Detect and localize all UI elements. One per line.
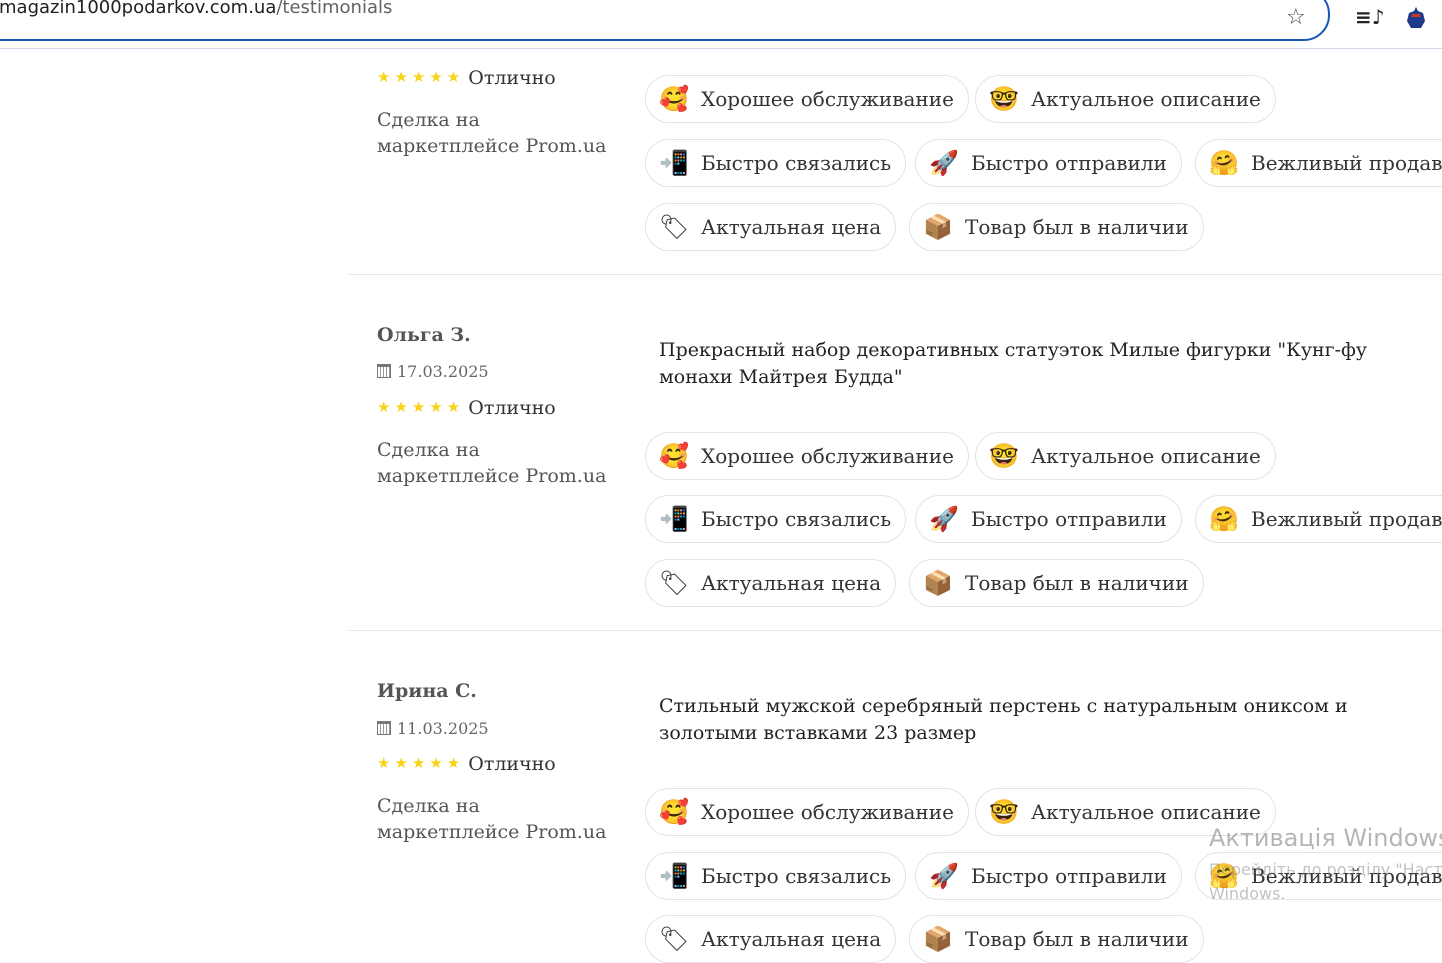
chip-actual-price: 🏷 Актуальная цена <box>645 559 897 607</box>
chip-actual-description: 🤓 Актуальное описание <box>975 75 1276 123</box>
phone-icon: 📲 <box>659 149 689 177</box>
product-name[interactable]: Прекрасный набор декоративных статуэток … <box>659 337 1439 391</box>
chip-quick-contact: 📲 Быстро связались <box>645 852 907 900</box>
chip-in-stock: 📦 Товар был в наличии <box>909 559 1204 607</box>
smiling-hearts-icon: 🥰 <box>659 85 689 113</box>
chip-quick-contact: 📲 Быстро связались <box>645 139 907 187</box>
windows-activation-title: Активація Windows <box>1209 824 1442 852</box>
chip-quick-contact: 📲 Быстро связались <box>645 495 907 543</box>
phone-icon: 📲 <box>659 862 689 890</box>
price-tag-icon: 🏷 <box>659 569 690 597</box>
chip-actual-price: 🏷 Актуальная цена <box>645 915 897 963</box>
phone-icon: 📲 <box>659 505 689 533</box>
chip-good-service: 🥰 Хорошее обслуживание <box>645 788 969 836</box>
package-icon: 📦 <box>923 925 953 953</box>
bookmark-star-icon[interactable]: ☆ <box>1286 5 1306 30</box>
nerd-face-icon: 🤓 <box>989 798 1019 826</box>
chip-quick-shipping: 🚀 Быстро отправили <box>915 139 1182 187</box>
rating-stars: ★★★★★ <box>377 398 465 416</box>
nerd-face-icon: 🤓 <box>989 85 1019 113</box>
deal-source: Сделка на маркетплейсе Prom.ua <box>377 109 607 157</box>
review-divider <box>348 630 1442 631</box>
review-author: Ольга З. <box>377 324 471 346</box>
product-name[interactable]: Стильный мужской серебряный перстень с н… <box>659 693 1439 747</box>
price-tag-icon: 🏷 <box>659 213 690 241</box>
chip-good-service: 🥰 Хорошее обслуживание <box>645 432 969 480</box>
rating: ★★★★★ Отлично <box>377 753 556 775</box>
hugging-face-icon: 🤗 <box>1209 149 1239 177</box>
rocket-icon: 🚀 <box>929 862 959 890</box>
chip-in-stock: 📦 Товар был в наличии <box>909 915 1204 963</box>
calendar-icon <box>377 364 391 378</box>
rating-stars: ★★★★★ <box>377 68 465 86</box>
address-bar[interactable]: magazin1000podarkov.com.ua/testimonials <box>0 0 1330 41</box>
chip-quick-shipping: 🚀 Быстро отправили <box>915 495 1182 543</box>
rating-stars: ★★★★★ <box>377 754 465 772</box>
extension-icon[interactable] <box>1405 5 1427 31</box>
review-date: 11.03.2025 <box>377 719 489 738</box>
deal-source: Сделка на маркетплейсе Prom.ua <box>377 795 607 843</box>
rocket-icon: 🚀 <box>929 505 959 533</box>
review-author: Ирина С. <box>377 680 477 702</box>
rating: ★★★★★ Отлично <box>377 67 556 89</box>
chip-good-service: 🥰 Хорошее обслуживание <box>645 75 969 123</box>
chip-polite-seller: 🤗Вежливый продавец <box>1195 139 1442 187</box>
hugging-face-icon: 🤗 <box>1209 505 1239 533</box>
rating: ★★★★★ Отлично <box>377 397 556 419</box>
deal-source: Сделка на маркетплейсе Prom.ua <box>377 439 607 487</box>
chip-in-stock: 📦 Товар был в наличии <box>909 203 1204 251</box>
smiling-hearts-icon: 🥰 <box>659 798 689 826</box>
chip-quick-shipping: 🚀 Быстро отправили <box>915 852 1182 900</box>
rocket-icon: 🚀 <box>929 149 959 177</box>
chip-actual-description: 🤓 Актуальное описание <box>975 432 1276 480</box>
review-date: 17.03.2025 <box>377 362 489 381</box>
package-icon: 📦 <box>923 213 953 241</box>
review-divider <box>348 274 1442 275</box>
package-icon: 📦 <box>923 569 953 597</box>
url-text[interactable]: magazin1000podarkov.com.ua/testimonials <box>0 0 392 18</box>
chip-polite-seller: 🤗Вежливый продавец <box>1195 495 1442 543</box>
price-tag-icon: 🏷 <box>659 925 690 953</box>
smiling-hearts-icon: 🥰 <box>659 442 689 470</box>
playlist-icon[interactable]: ≡♪ <box>1355 5 1385 29</box>
calendar-icon <box>377 721 391 735</box>
toolbar-divider <box>0 48 1442 49</box>
chip-actual-price: 🏷 Актуальная цена <box>645 203 897 251</box>
nerd-face-icon: 🤓 <box>989 442 1019 470</box>
windows-activation-text: Перейдіть до розділу "Настр Windows. <box>1209 860 1442 903</box>
